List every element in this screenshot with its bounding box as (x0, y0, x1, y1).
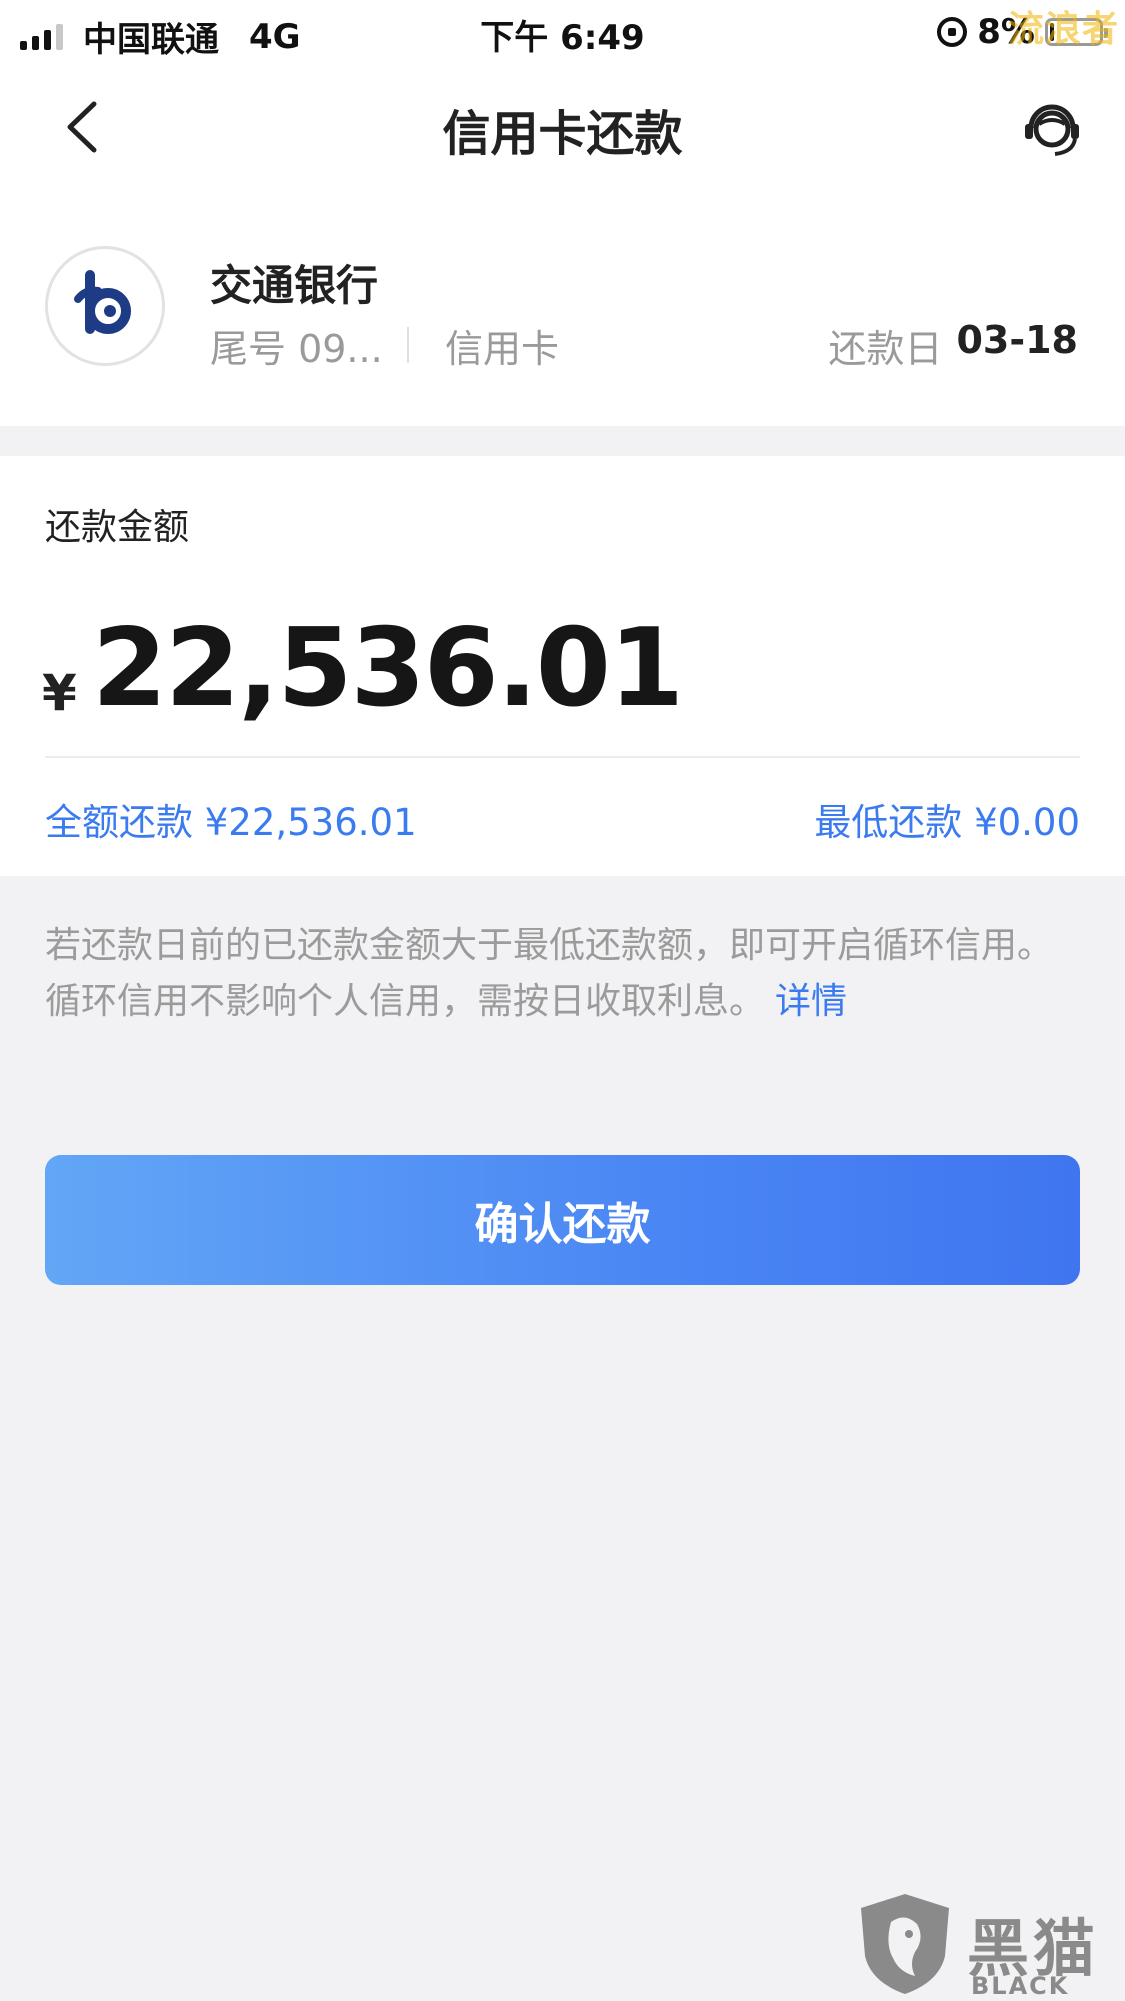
card-type: 信用卡 (445, 327, 560, 371)
watermark-top: 流浪者 (1007, 9, 1119, 50)
customer-service-icon (1025, 104, 1079, 156)
blackcat-watermark: 黑猫 BLACK CAT (855, 1880, 1125, 2001)
page: 中国联通 4G 下午 6:49 8% 流浪者 信用卡还款 交通银行 尾号 09.… (0, 0, 1125, 2001)
divider (407, 327, 409, 363)
details-link[interactable]: 详情 (775, 981, 847, 1022)
bank-logo-icon (74, 270, 131, 334)
revolving-credit-note: 若还款日前的已还款金额大于最低还款额，即可开启循环信用。循环信用不影响个人信用，… (45, 918, 1085, 1030)
due-date: 还款日 03-18 (828, 318, 1078, 373)
bank-name: 交通银行 (210, 261, 379, 310)
due-date-label: 还款日 (828, 327, 943, 371)
blackcat-shield-icon (861, 1894, 949, 1994)
card-info[interactable]: 交通银行 尾号 09... 信用卡 还款日 03-18 (0, 188, 1125, 426)
amount-divider (45, 756, 1080, 758)
minimum-repayment-option[interactable]: 最低还款 ¥0.00 (814, 792, 1080, 846)
page-title: 信用卡还款 (442, 106, 683, 162)
bank-logo (45, 246, 165, 366)
full-repayment-option[interactable]: 全额还款 ¥22,536.01 (45, 792, 417, 846)
amount-input[interactable]: 22,536.01 (92, 606, 684, 731)
card-tail-number: 尾号 09... (210, 327, 383, 371)
confirm-repayment-button[interactable]: 确认还款 (45, 1155, 1080, 1285)
currency-symbol: ¥ (42, 664, 77, 722)
rotation-lock-icon (937, 17, 968, 47)
customer-service-button[interactable] (1019, 94, 1085, 160)
due-date-value: 03-18 (956, 318, 1078, 362)
status-bar: 中国联通 4G 下午 6:49 8% 流浪者 (0, 0, 1125, 64)
note-text: 若还款日前的已还款金额大于最低还款额，即可开启循环信用。循环信用不影响个人信用，… (45, 925, 1054, 1022)
blackcat-en-text: BLACK CAT (971, 1972, 1070, 2001)
amount-section: 还款金额 ¥ 22,536.01 全额还款 ¥22,536.01 最低还款 ¥0… (0, 456, 1125, 876)
amount-label: 还款金额 (45, 507, 190, 548)
nav-bar: 信用卡还款 (0, 64, 1125, 188)
